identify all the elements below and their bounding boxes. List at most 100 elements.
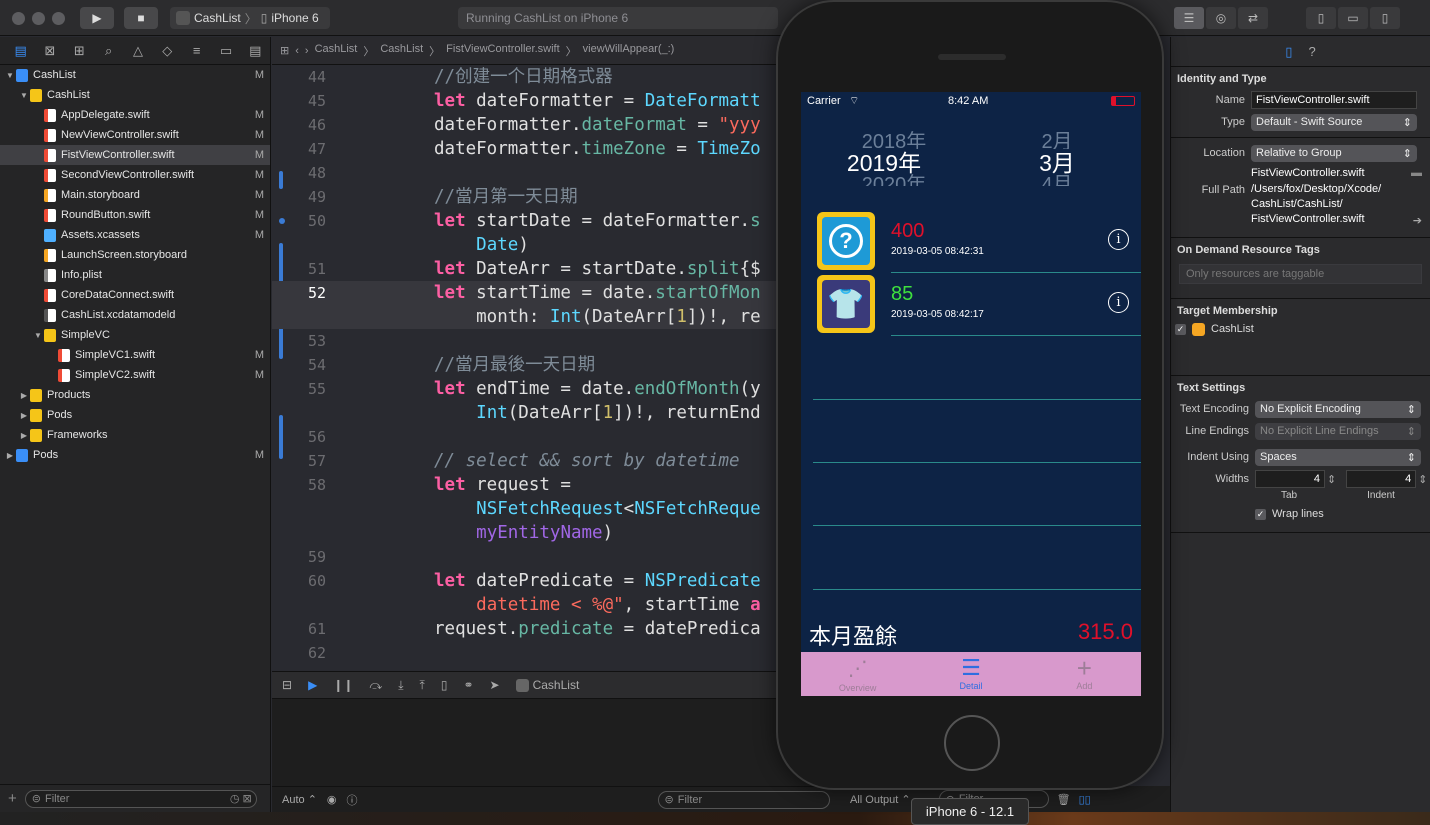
- breakpoint-icon[interactable]: ▭: [211, 43, 240, 59]
- trash-icon[interactable]: 🗑: [1057, 793, 1071, 806]
- related-items-icon[interactable]: ⊞: [280, 44, 289, 57]
- folder-icon[interactable]: ▤: [6, 43, 35, 59]
- tree-item[interactable]: ▼ SimpleVC: [0, 325, 270, 345]
- endings-popup[interactable]: No Explicit Line Endings ⇕: [1255, 422, 1421, 440]
- tree-item[interactable]: ▶ Frameworks: [0, 425, 270, 445]
- breadcrumb-item[interactable]: CashList: [380, 43, 423, 59]
- tab-detail[interactable]: ☰ Detail: [914, 652, 1027, 696]
- tree-item[interactable]: AppDelegate.swift M: [0, 105, 270, 125]
- tree-item[interactable]: ▶ Products: [0, 385, 270, 405]
- tree-item[interactable]: Info.plist: [0, 265, 270, 285]
- stop-button[interactable]: ■: [124, 7, 158, 29]
- location-icon[interactable]: ➤: [490, 678, 500, 692]
- tab-overview[interactable]: ⋰ Overview: [801, 652, 914, 696]
- breadcrumb-item[interactable]: FistViewController.swift: [446, 43, 560, 59]
- version-editor-icon[interactable]: ⇄: [1238, 7, 1268, 29]
- split-view-icon[interactable]: ▯▯: [1079, 793, 1091, 806]
- location-popup[interactable]: Relative to Group ⇕: [1251, 144, 1417, 162]
- assistant-editor-icon[interactable]: ◎: [1206, 7, 1236, 29]
- back-icon[interactable]: ‹: [295, 45, 299, 57]
- disclosure-closed-icon[interactable]: ▶: [18, 431, 30, 440]
- tree-item[interactable]: CoreDataConnect.swift: [0, 285, 270, 305]
- toggle-inspector-icon[interactable]: ▯: [1370, 7, 1400, 29]
- run-button[interactable]: ▶: [80, 7, 114, 29]
- disclosure-open-icon[interactable]: ▼: [18, 91, 30, 100]
- encoding-popup[interactable]: No Explicit Encoding ⇕: [1255, 400, 1421, 418]
- stepper-icon[interactable]: ⇕: [1418, 473, 1427, 486]
- disclosure-closed-icon[interactable]: ▶: [18, 411, 30, 420]
- disclosure-open-icon[interactable]: ▼: [32, 331, 44, 340]
- source-control-icon[interactable]: ⊠: [35, 43, 64, 59]
- auto-selector[interactable]: Auto ⌃: [282, 793, 317, 806]
- tree-item[interactable]: RoundButton.swift M: [0, 205, 270, 225]
- test-icon[interactable]: ◇: [153, 43, 182, 59]
- tree-item[interactable]: ▼ CashList: [0, 85, 270, 105]
- tree-item[interactable]: FistViewController.swift M: [0, 145, 270, 165]
- wrap-checkbox[interactable]: ✓: [1255, 508, 1266, 520]
- disclosure-closed-icon[interactable]: ▶: [18, 391, 30, 400]
- add-icon[interactable]: +: [8, 790, 17, 807]
- tree-item[interactable]: SecondViewController.swift M: [0, 165, 270, 185]
- file-inspector-icon[interactable]: ▯: [1285, 44, 1292, 60]
- stop-icon: ■: [137, 11, 145, 25]
- info-icon[interactable]: ⓘ: [347, 792, 358, 808]
- tab-add[interactable]: + Add: [1028, 652, 1141, 696]
- name-field[interactable]: FistViewController.swift: [1251, 91, 1417, 109]
- hierarchy-icon[interactable]: ⊞: [65, 43, 94, 59]
- folder-icon[interactable]: ▬: [1411, 167, 1422, 179]
- zoom-window-button[interactable]: [52, 12, 65, 25]
- stepper-icon[interactable]: ⇕: [1327, 473, 1336, 486]
- recent-files-icon[interactable]: ◷ ⊠: [230, 792, 252, 805]
- tree-item[interactable]: SimpleVC2.swift M: [0, 365, 270, 385]
- indent-popup[interactable]: Spaces ⇕: [1255, 448, 1421, 466]
- info-icon[interactable]: i: [1108, 292, 1129, 313]
- tree-item[interactable]: ▶ Pods M: [0, 445, 270, 465]
- forward-icon[interactable]: ›: [305, 45, 309, 57]
- toggle-debug-icon[interactable]: ▭: [1338, 7, 1368, 29]
- help-icon[interactable]: ?: [1308, 44, 1315, 59]
- breakpoints-toggle-icon[interactable]: ▶: [308, 678, 317, 692]
- toggle-navigator-icon[interactable]: ▯: [1306, 7, 1336, 29]
- tags-field[interactable]: Only resources are taggable: [1179, 264, 1422, 284]
- view-debugger-icon[interactable]: ▯: [441, 678, 448, 692]
- tree-item[interactable]: Assets.xcassets M: [0, 225, 270, 245]
- breadcrumb-item[interactable]: viewWillAppear(_:): [583, 43, 675, 59]
- pause-icon[interactable]: ❙❙: [333, 678, 353, 692]
- warning-icon[interactable]: △: [123, 43, 152, 59]
- info-icon[interactable]: i: [1108, 229, 1129, 250]
- record-cell[interactable]: 👕 85 2019-03-05 08:42:17 i: [801, 267, 1141, 333]
- step-out-icon[interactable]: ⤒: [420, 678, 425, 693]
- navigator-filter-input[interactable]: ⊜ Filter ◷ ⊠: [24, 789, 257, 808]
- tree-item[interactable]: CashList.xcdatamodeld: [0, 305, 270, 325]
- output-selector[interactable]: All Output ⌃: [850, 793, 911, 806]
- step-over-icon[interactable]: ⤼: [369, 678, 382, 693]
- tree-item[interactable]: ▶ Pods: [0, 405, 270, 425]
- memory-graph-icon[interactable]: ⚭: [463, 678, 473, 692]
- tree-item[interactable]: LaunchScreen.storyboard: [0, 245, 270, 265]
- eye-icon[interactable]: ◉: [327, 793, 337, 806]
- tree-item[interactable]: ▼ CashList M: [0, 65, 270, 85]
- console-filter-input[interactable]: ⊜ Filter: [657, 790, 830, 809]
- tree-item[interactable]: SimpleVC1.swift M: [0, 345, 270, 365]
- minimize-window-button[interactable]: [32, 12, 45, 25]
- standard-editor-icon[interactable]: ☰: [1174, 7, 1204, 29]
- indent-width-field[interactable]: 4: [1346, 470, 1417, 488]
- report-icon[interactable]: ▤: [241, 43, 270, 59]
- type-popup[interactable]: Default - Swift Source ⇕: [1251, 113, 1417, 131]
- home-button[interactable]: [944, 715, 1000, 771]
- tree-item[interactable]: NewViewController.swift M: [0, 125, 270, 145]
- hide-debug-icon[interactable]: ⊟: [282, 678, 292, 692]
- record-cell[interactable]: ? 400 2019-03-05 08:42:31 i: [801, 204, 1141, 270]
- close-window-button[interactable]: [12, 12, 25, 25]
- disclosure-closed-icon[interactable]: ▶: [4, 451, 16, 460]
- breadcrumb-item[interactable]: CashList: [315, 43, 358, 59]
- scheme-selector[interactable]: CashList 〉 ▯ iPhone 6: [170, 7, 330, 29]
- debug-icon[interactable]: ≡: [182, 43, 211, 58]
- disclosure-open-icon[interactable]: ▼: [4, 71, 16, 80]
- target-checkbox[interactable]: ✓: [1175, 323, 1186, 335]
- tab-width-field[interactable]: 4: [1255, 470, 1325, 488]
- search-icon[interactable]: ⌕: [94, 43, 123, 59]
- reveal-arrow-icon[interactable]: ➔: [1413, 214, 1422, 227]
- step-in-icon[interactable]: ⤓: [398, 678, 403, 693]
- tree-item[interactable]: Main.storyboard M: [0, 185, 270, 205]
